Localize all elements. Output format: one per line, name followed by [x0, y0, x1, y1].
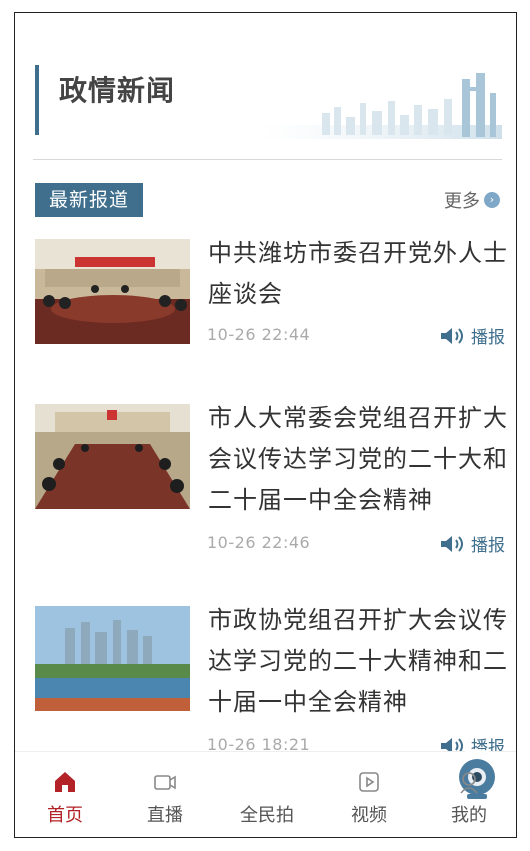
- speaker-icon: [441, 535, 463, 552]
- news-title[interactable]: 中共潍坊市委召开党外人士座谈会: [208, 233, 508, 315]
- news-thumbnail-meeting-room: [35, 239, 190, 344]
- header-divider: [33, 159, 502, 160]
- nav-item-profile[interactable]: 我的: [429, 769, 509, 827]
- speaker-icon: [441, 327, 463, 344]
- video-play-icon: [359, 772, 379, 792]
- nav-label: 直播: [147, 805, 183, 826]
- news-time: 10-26 22:46: [207, 533, 311, 552]
- news-title[interactable]: 市政协党组召开扩大会议传达学习党的二十大精神和二十届一中全会精神: [208, 600, 508, 723]
- more-label: 更多: [444, 191, 480, 212]
- home-icon: [55, 772, 75, 792]
- phone-screen: 政情新闻 最新报道 更多 › 中共潍坊市委召开党外人士座谈会 10-26 22:…: [14, 12, 517, 838]
- news-thumbnail-conference: [35, 404, 190, 509]
- chevron-right-circle-icon: ›: [484, 192, 500, 208]
- nav-label: 我的: [451, 805, 487, 826]
- nav-label: 首页: [47, 805, 83, 826]
- bottom-nav: 首页 直播 全民拍 视频 我的: [15, 749, 516, 837]
- nav-item-video[interactable]: 视频: [329, 769, 409, 827]
- audio-broadcast-button[interactable]: 播报: [439, 531, 505, 556]
- audio-broadcast-label: 播报: [471, 328, 505, 348]
- nav-item-home[interactable]: 首页: [25, 769, 105, 827]
- city-skyline-illustration: [262, 73, 502, 139]
- nav-item-live[interactable]: 直播: [125, 769, 205, 827]
- page-header: 政情新闻: [15, 13, 516, 161]
- news-time: 10-26 22:44: [207, 325, 311, 344]
- nav-item-citizen-shoot[interactable]: 全民拍: [227, 749, 507, 827]
- page-title: 政情新闻: [59, 74, 176, 107]
- live-camera-icon: [154, 775, 176, 790]
- news-title[interactable]: 市人大常委会党组召开扩大会议传达学习党的二十大和二十届一中全会精神: [208, 398, 508, 521]
- news-thumbnail-cityscape: [35, 606, 190, 711]
- header-accent-bar: [35, 65, 39, 135]
- news-item[interactable]: 中共潍坊市委召开党外人士座谈会 10-26 22:44 播报: [35, 239, 507, 399]
- news-item[interactable]: 市政协党组召开扩大会议传达学习党的二十大精神和二十届一中全会精神 10-26 1…: [35, 606, 507, 766]
- latest-reports-tag: 最新报道: [35, 183, 143, 217]
- user-icon: [460, 772, 478, 794]
- nav-label: 视频: [351, 805, 387, 826]
- news-item[interactable]: 市人大常委会党组召开扩大会议传达学习党的二十大和二十届一中全会精神 10-26 …: [35, 404, 507, 564]
- more-link[interactable]: 更多 ›: [444, 187, 500, 213]
- nav-label: 全民拍: [240, 805, 294, 826]
- audio-broadcast-button[interactable]: 播报: [439, 323, 505, 348]
- audio-broadcast-label: 播报: [471, 536, 505, 556]
